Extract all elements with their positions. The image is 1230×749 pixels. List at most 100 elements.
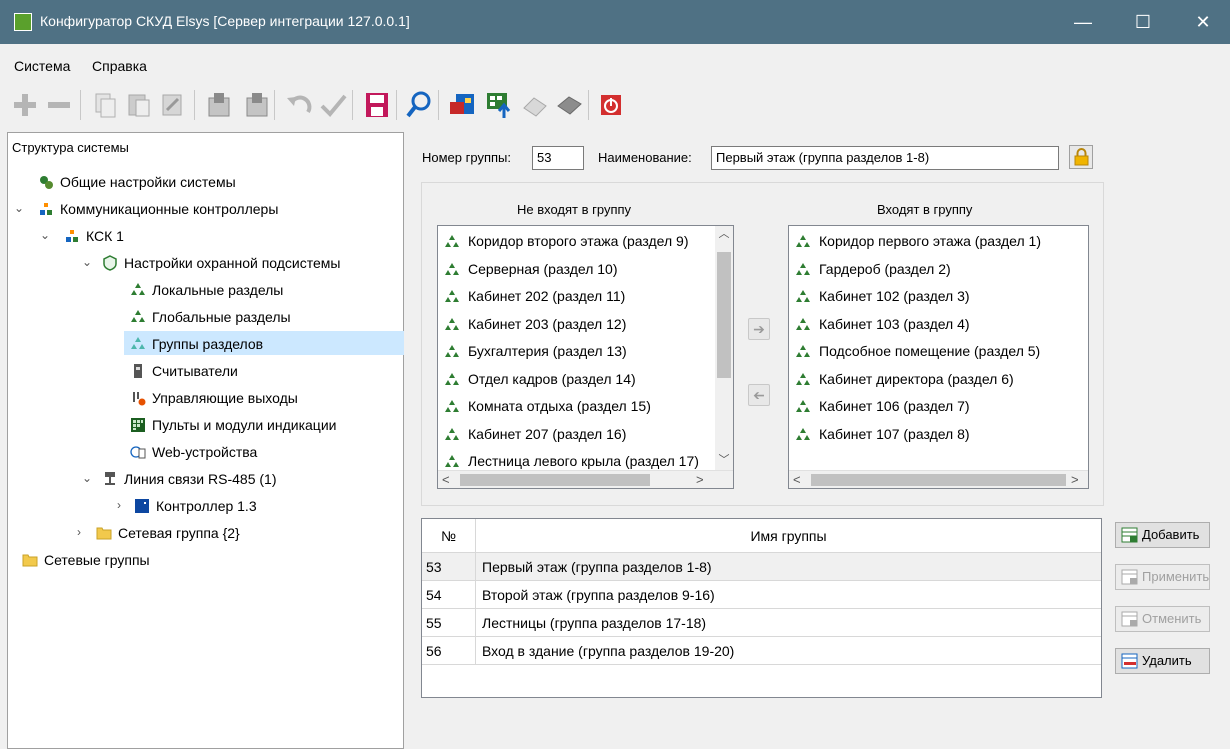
list-item-label: Коридор второго этажа (раздел 9) <box>468 233 689 249</box>
chevron-down-icon[interactable]: ⌄ <box>38 223 52 247</box>
list-item[interactable]: Кабинет 102 (раздел 3) <box>795 283 970 310</box>
chevron-right-icon[interactable]: › <box>112 493 126 517</box>
add-icon[interactable] <box>10 90 40 120</box>
copy-icon[interactable] <box>90 90 120 120</box>
search-icon[interactable] <box>404 90 434 120</box>
scroll-left-icon[interactable]: < <box>793 472 801 487</box>
menu-system[interactable]: Система <box>14 58 70 74</box>
chevron-down-icon[interactable]: ⌄ <box>80 250 94 274</box>
horizontal-scrollbar[interactable]: < > <box>438 470 733 488</box>
clear-icon[interactable] <box>158 90 188 120</box>
tree-item-ksk[interactable]: КСК 1 <box>64 223 124 247</box>
table-row[interactable]: 55 Лестницы (группа разделов 17-18) <box>422 609 1101 637</box>
cancel-button[interactable]: Отменить <box>1115 606 1210 632</box>
partition-icon <box>445 317 459 330</box>
app-icon <box>14 13 32 31</box>
table-row[interactable]: 53 Первый этаж (группа разделов 1-8) <box>422 553 1101 581</box>
tree-item-global-partitions[interactable]: Глобальные разделы <box>130 304 291 328</box>
move-left-button[interactable]: ➔ <box>748 384 770 406</box>
scroll-down-icon[interactable]: ﹀ <box>715 452 733 469</box>
list-item[interactable]: Комната отдыха (раздел 15) <box>444 393 651 420</box>
add-button[interactable]: Добавить <box>1115 522 1210 548</box>
list-item[interactable]: Гардероб (раздел 2) <box>795 256 951 283</box>
scrollbar-thumb[interactable] <box>811 474 1066 486</box>
group-number-field[interactable]: 53 <box>532 146 584 170</box>
tree-item-controller[interactable]: Контроллер 1.3 <box>134 493 257 517</box>
list-item[interactable]: Отдел кадров (раздел 14) <box>444 366 636 393</box>
confirm-icon[interactable] <box>318 90 348 120</box>
undo-icon[interactable] <box>284 90 314 120</box>
partition-icon <box>131 283 145 296</box>
erase-all-icon[interactable] <box>554 90 584 120</box>
column-header-name[interactable]: Имя группы <box>476 519 1101 553</box>
delete-button[interactable]: Удалить <box>1115 648 1210 674</box>
chevron-down-icon[interactable]: ⌄ <box>80 466 94 490</box>
excluded-list[interactable]: Лестница левого крыла (раздел 17) Кабинет… <box>437 225 734 489</box>
lock-button[interactable] <box>1069 145 1093 169</box>
close-button[interactable]: ✕ <box>1178 0 1228 44</box>
export-icon[interactable] <box>448 90 478 120</box>
minimize-button[interactable]: — <box>1058 0 1108 44</box>
list-item[interactable]: Бухгалтерия (раздел 13) <box>444 338 627 365</box>
tree-item-general[interactable]: Общие настройки системы <box>38 169 236 193</box>
chevron-right-icon[interactable]: › <box>72 520 86 544</box>
power-off-icon[interactable] <box>596 90 626 120</box>
maximize-button[interactable]: ☐ <box>1118 0 1168 44</box>
scroll-up-icon[interactable]: ︿ <box>715 226 733 243</box>
tree-item-local-partitions[interactable]: Локальные разделы <box>130 277 283 301</box>
list-item[interactable]: Подсобное помещение (раздел 5) <box>795 338 1040 365</box>
scrollbar-thumb[interactable] <box>717 252 731 378</box>
partition-icon <box>445 427 459 440</box>
tree-item-readers[interactable]: Считыватели <box>130 358 238 382</box>
delete-row-icon <box>1121 653 1138 669</box>
chevron-down-icon[interactable]: ⌄ <box>12 196 26 220</box>
list-item[interactable]: Кабинет 207 (раздел 16) <box>444 421 626 448</box>
apply-row-icon <box>1121 569 1138 585</box>
tree-item-web[interactable]: Web-устройства <box>130 439 257 463</box>
table-row[interactable]: 56 Вход в здание (группа разделов 19-20) <box>422 637 1101 665</box>
list-item[interactable]: Коридор второго этажа (раздел 9) <box>444 228 689 255</box>
scrollbar-thumb[interactable] <box>460 474 650 486</box>
save-to-device-icon[interactable] <box>204 90 234 120</box>
menu-help[interactable]: Справка <box>92 58 147 74</box>
save-icon[interactable] <box>362 90 392 120</box>
shield-icon <box>103 255 117 272</box>
group-name-field[interactable]: Первый этаж (группа разделов 1-8) <box>711 146 1059 170</box>
tree-item-security[interactable]: Настройки охранной подсистемы <box>102 250 340 274</box>
list-item[interactable]: Кабинет 203 (раздел 12) <box>444 311 626 338</box>
keypad-icon <box>131 418 145 433</box>
horizontal-scrollbar[interactable]: < > <box>789 470 1088 488</box>
tree-item-panels[interactable]: Пульты и модули индикации <box>130 412 336 436</box>
vertical-scrollbar[interactable]: ︿ ﹀ <box>715 226 733 471</box>
table-row[interactable]: 54 Второй этаж (группа разделов 9-16) <box>422 581 1101 609</box>
scroll-left-icon[interactable]: < <box>442 472 450 487</box>
paste-icon[interactable] <box>124 90 154 120</box>
column-header-number[interactable]: № <box>422 519 476 553</box>
load-from-device-icon[interactable] <box>242 90 272 120</box>
scroll-right-icon[interactable]: > <box>696 472 704 487</box>
list-item[interactable]: Кабинет 106 (раздел 7) <box>795 393 970 420</box>
list-item[interactable]: Кабинет 202 (раздел 11) <box>444 283 625 310</box>
list-item[interactable]: Кабинет директора (раздел 6) <box>795 366 1014 393</box>
apply-button[interactable]: Применить <box>1115 564 1210 590</box>
list-item[interactable]: Кабинет 103 (раздел 4) <box>795 311 970 338</box>
remove-icon[interactable] <box>44 90 74 120</box>
list-item[interactable]: Коридор первого этажа (раздел 1) <box>795 228 1041 255</box>
cell-number: 56 <box>426 643 442 659</box>
tree-item-partition-groups[interactable]: Группы разделов <box>124 331 404 355</box>
included-list[interactable]: Кабинет 107 (раздел 8) Кабинет 106 (разде… <box>788 225 1089 489</box>
cell-name: Второй этаж (группа разделов 9-16) <box>482 587 715 603</box>
move-right-button[interactable]: ➔ <box>748 318 770 340</box>
tree-item-comm-controllers[interactable]: Коммуникационные контроллеры <box>38 196 278 220</box>
tree-item-net-group[interactable]: Сетевая группа {2} <box>96 520 240 544</box>
tree-item-outputs[interactable]: Управляющие выходы <box>130 385 298 409</box>
list-item-label: Кабинет 107 (раздел 8) <box>819 425 970 442</box>
list-item[interactable]: Серверная (раздел 10) <box>444 256 618 283</box>
upload-config-icon[interactable] <box>484 90 514 120</box>
scroll-right-icon[interactable]: > <box>1071 472 1079 487</box>
list-item[interactable]: Кабинет 107 (раздел 8) <box>795 421 970 448</box>
window-title: Конфигуратор СКУД Elsys [Сервер интеграц… <box>40 13 410 29</box>
tree-item-net-groups[interactable]: Сетевые группы <box>22 547 150 571</box>
tree-item-rs485[interactable]: Линия связи RS-485 (1) <box>102 466 277 490</box>
eraser-icon[interactable] <box>520 90 550 120</box>
